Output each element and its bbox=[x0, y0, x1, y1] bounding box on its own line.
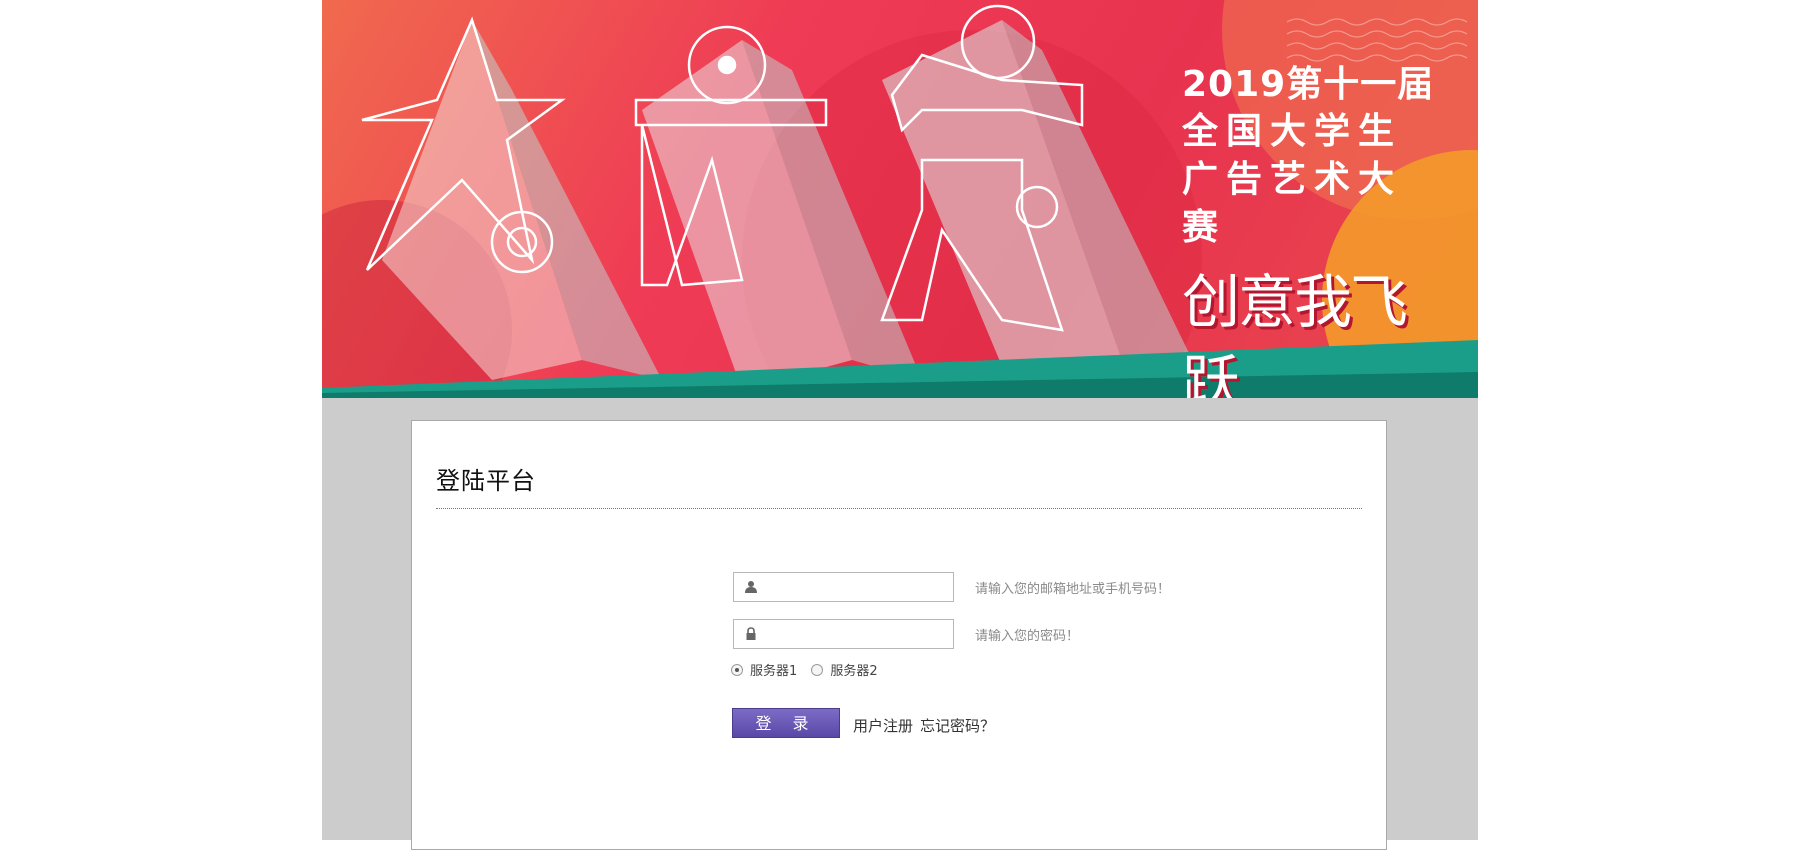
username-input[interactable] bbox=[762, 575, 954, 601]
register-link[interactable]: 用户注册 bbox=[853, 715, 913, 736]
forgot-password-link[interactable]: 忘记密码？ bbox=[920, 715, 995, 736]
login-button[interactable]: 登 录 bbox=[732, 708, 840, 738]
server-1-label[interactable]: 服务器1 bbox=[750, 664, 797, 679]
title-divider bbox=[436, 508, 1362, 509]
banner-title-line2: 全国大学生 bbox=[1182, 111, 1403, 152]
server-1-option[interactable]: 服务器1 bbox=[731, 660, 797, 679]
password-field[interactable] bbox=[733, 619, 954, 649]
server-2-option[interactable]: 服务器2 bbox=[811, 660, 878, 679]
server-2-radio[interactable] bbox=[811, 663, 824, 676]
page-title: 登陆平台 bbox=[436, 467, 536, 495]
user-icon bbox=[745, 581, 757, 593]
page: 2019第十一届 全国大学生 广告艺术大赛 创意我飞跃 登陆平台 请输入您的邮箱… bbox=[0, 0, 1800, 850]
banner-title-line1: 2019第十一届 bbox=[1182, 64, 1435, 105]
server-1-radio[interactable] bbox=[731, 663, 743, 676]
login-panel: 登陆平台 请输入您的邮箱地址或手机号码！ 请输入您的密码！ 服务器1 服务器2 … bbox=[411, 420, 1387, 850]
password-input[interactable] bbox=[762, 622, 954, 648]
username-field[interactable] bbox=[733, 572, 954, 602]
banner-text: 2019第十一届 全国大学生 广告艺术大赛 创意我飞跃 bbox=[1182, 62, 1442, 398]
banner-title-line3: 广告艺术大赛 bbox=[1182, 159, 1403, 248]
username-hint: 请输入您的邮箱地址或手机号码！ bbox=[975, 582, 1171, 597]
server-2-label[interactable]: 服务器2 bbox=[830, 664, 877, 679]
password-hint: 请输入您的密码！ bbox=[975, 629, 1080, 644]
event-banner: 2019第十一届 全国大学生 广告艺术大赛 创意我飞跃 bbox=[322, 0, 1478, 398]
lock-icon bbox=[746, 627, 756, 640]
main-column: 2019第十一届 全国大学生 广告艺术大赛 创意我飞跃 登陆平台 请输入您的邮箱… bbox=[322, 0, 1478, 850]
server-options: 服务器1 服务器2 bbox=[731, 660, 878, 680]
banner-slogan: 创意我飞跃 bbox=[1182, 268, 1408, 398]
